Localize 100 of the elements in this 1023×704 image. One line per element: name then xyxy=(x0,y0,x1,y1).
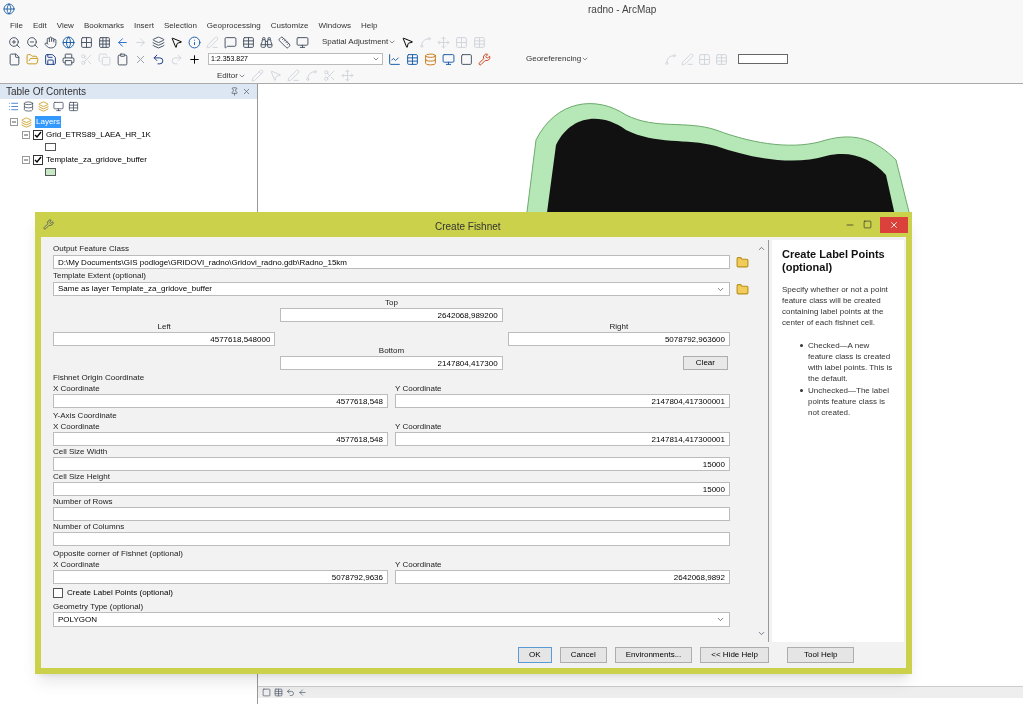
caret-icon xyxy=(372,55,380,63)
layers-icon[interactable] xyxy=(152,35,165,49)
menu-item[interactable]: Insert xyxy=(133,20,154,32)
input-field[interactable]: 15000 xyxy=(53,457,730,471)
menu-item[interactable]: Edit xyxy=(32,20,47,32)
layer-checkbox[interactable] xyxy=(33,155,43,165)
new-document-icon[interactable] xyxy=(8,52,21,66)
info-icon[interactable] xyxy=(188,35,201,49)
checkbox[interactable] xyxy=(53,588,63,598)
globe-icon[interactable] xyxy=(62,35,75,49)
checkbox-row[interactable]: Create Label Points (optional) xyxy=(53,587,750,599)
binoculars-icon[interactable] xyxy=(260,35,273,49)
table-icon[interactable] xyxy=(242,35,255,49)
menu-item[interactable]: Selection xyxy=(163,20,197,32)
clipboard-icon[interactable] xyxy=(116,52,129,66)
message-icon[interactable] xyxy=(224,35,237,49)
layer-checkbox[interactable] xyxy=(33,130,43,140)
menu-item[interactable]: Windows xyxy=(318,20,351,32)
collapse-icon[interactable] xyxy=(22,156,30,164)
add-data-icon[interactable] xyxy=(188,52,201,66)
menu-item[interactable]: View xyxy=(56,20,74,32)
field-label: Geometry Type (optional) xyxy=(53,602,145,612)
input-field[interactable] xyxy=(53,507,730,521)
browse-button[interactable] xyxy=(734,254,750,270)
input-field[interactable]: 5078792,963600 xyxy=(507,332,730,346)
database-icon[interactable] xyxy=(23,100,34,112)
collapse-icon[interactable] xyxy=(22,131,30,139)
input-field[interactable]: 15000 xyxy=(53,482,730,496)
input-field[interactable]: 5078792,9636 xyxy=(53,570,388,584)
chart-icon[interactable] xyxy=(388,52,401,66)
menu-item[interactable]: Help xyxy=(360,20,378,32)
tool-help-button[interactable]: Tool Help xyxy=(787,647,855,663)
layer-name[interactable]: Grid_ETRS89_LAEA_HR_1K xyxy=(46,129,151,141)
dialog-button[interactable]: Cancel xyxy=(559,647,607,663)
dropdown-field[interactable]: POLYGON xyxy=(53,612,730,627)
collapse-icon[interactable] xyxy=(10,118,18,126)
dialog-button[interactable]: OK xyxy=(517,647,552,663)
pointer-icon[interactable] xyxy=(401,35,415,49)
input-field[interactable]: 2147804,417300 xyxy=(280,356,503,370)
caret-icon xyxy=(581,55,590,63)
data-view-icon[interactable] xyxy=(262,688,271,697)
window-title: radno - ArcMap xyxy=(588,3,657,17)
wrench-icon[interactable] xyxy=(478,52,491,66)
window-icon[interactable] xyxy=(460,52,473,66)
input-field[interactable]: D:\My Documents\GIS podloge\GRIDOVI_radno\Gridovi_radno.gdb\Radno_15km xyxy=(53,255,730,269)
ruler-icon[interactable] xyxy=(278,35,291,49)
georeferencing-menu[interactable]: Georeferencing xyxy=(526,53,590,65)
monitor-icon[interactable] xyxy=(442,52,455,66)
field-label: Left xyxy=(157,322,171,332)
layout-view-icon[interactable] xyxy=(274,688,283,697)
table-icon[interactable] xyxy=(68,100,79,112)
grid-icon[interactable] xyxy=(80,35,93,49)
editor-menu[interactable]: Editor xyxy=(217,69,246,82)
grid-icon[interactable] xyxy=(98,35,111,49)
dialog-button[interactable]: Environments... xyxy=(614,647,693,663)
close-icon xyxy=(889,219,899,230)
back-arrow-icon[interactable] xyxy=(116,35,129,49)
monitor-icon[interactable] xyxy=(296,35,309,49)
monitor-icon[interactable] xyxy=(53,100,64,112)
clear-button[interactable]: Clear xyxy=(682,356,728,370)
undo-icon[interactable] xyxy=(152,52,165,66)
menu-item[interactable]: Customize xyxy=(270,20,309,32)
close-icon[interactable] xyxy=(242,87,251,96)
input-field[interactable]: 2147804,417300001 xyxy=(395,394,730,408)
zoom-in-icon[interactable] xyxy=(8,35,21,49)
field-label: Y Coordinate xyxy=(395,422,443,432)
printer-icon[interactable] xyxy=(62,52,75,66)
list-icon[interactable] xyxy=(8,100,19,112)
field-label: Number of Rows xyxy=(53,497,114,507)
menu-item[interactable]: Bookmarks xyxy=(83,20,124,32)
field-label: Right xyxy=(609,322,629,332)
input-field[interactable]: 4577618,548 xyxy=(53,432,388,446)
field-label: Fishnet Origin Coordinate xyxy=(53,373,146,383)
input-field[interactable]: 2642068,9892 xyxy=(395,570,730,584)
input-field[interactable]: 4577618,548000 xyxy=(53,332,276,346)
dropdown-field[interactable]: Same as layer Template_za_gridove_buffer xyxy=(53,282,730,296)
pin-icon[interactable] xyxy=(230,87,239,96)
input-field[interactable]: 4577618,548 xyxy=(53,394,388,408)
maximize-icon[interactable] xyxy=(863,220,872,229)
field-label: X Coordinate xyxy=(53,560,101,570)
input-field[interactable] xyxy=(53,532,730,546)
save-icon[interactable] xyxy=(44,52,57,66)
refresh-icon[interactable] xyxy=(286,688,295,697)
database-icon[interactable] xyxy=(424,52,437,66)
text-field[interactable] xyxy=(738,54,789,64)
pointer-icon[interactable] xyxy=(170,35,183,49)
menu-item[interactable]: Geoprocessing xyxy=(206,20,261,32)
bullet-icon xyxy=(800,389,803,392)
spatial-adjustment-menu[interactable]: Spatial Adjustment xyxy=(322,36,397,48)
layer-name[interactable]: Template_za_gridove_buffer xyxy=(46,154,147,166)
scroll-left-icon[interactable] xyxy=(298,688,307,697)
input-field[interactable]: 2642068,989200 xyxy=(280,308,503,322)
hand-icon[interactable] xyxy=(44,35,57,49)
menu-item[interactable]: File xyxy=(10,20,23,32)
browse-button[interactable] xyxy=(734,281,750,297)
zoom-out-icon[interactable] xyxy=(26,35,39,49)
table-icon[interactable] xyxy=(406,52,419,66)
input-field[interactable]: 2147814,417300001 xyxy=(395,432,730,446)
dialog-button[interactable]: << Hide Help xyxy=(700,647,769,663)
close-button[interactable] xyxy=(880,216,908,233)
